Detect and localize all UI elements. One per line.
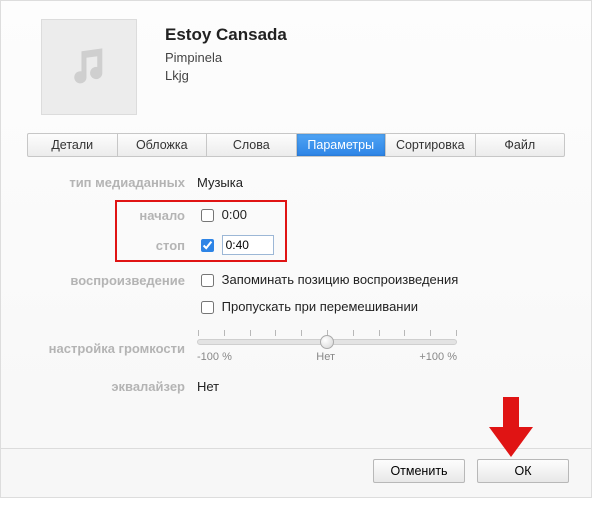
media-type-value[interactable]: Музыка — [197, 175, 565, 190]
equalizer-label: эквалайзер — [27, 379, 197, 394]
dialog-footer: Отменить ОК — [1, 448, 591, 497]
tab-file[interactable]: Файл — [476, 134, 565, 156]
volume-slider-knob[interactable] — [320, 335, 334, 349]
row-volume: настройка громкости — [27, 333, 565, 363]
options-panel: тип медиаданных Музыка начало 0:00 стоп — [1, 157, 591, 418]
cancel-button[interactable]: Отменить — [373, 459, 465, 483]
skip-shuffle-label: Пропускать при перемешивании — [222, 299, 418, 314]
volume-mid-label: Нет — [316, 351, 335, 363]
tab-sorting[interactable]: Сортировка — [386, 134, 476, 156]
stop-label: стоп — [27, 238, 197, 253]
volume-label: настройка громкости — [27, 341, 197, 356]
media-type-label: тип медиаданных — [27, 175, 197, 190]
song-options-dialog: Estoy Cansada Pimpinela Lkjg Детали Обло… — [0, 0, 592, 498]
remember-position-label: Запоминать позицию воспроизведения — [222, 272, 459, 287]
stop-time-input[interactable] — [222, 235, 274, 255]
tab-artwork[interactable]: Обложка — [118, 134, 208, 156]
playback-label: воспроизведение — [27, 273, 197, 288]
stop-checkbox[interactable] — [201, 239, 214, 252]
row-skip-shuffle: Пропускать при перемешивании — [27, 298, 565, 317]
dialog-header: Estoy Cansada Pimpinela Lkjg — [1, 1, 591, 127]
music-note-icon — [66, 43, 112, 92]
row-start-time: начало 0:00 — [27, 206, 565, 225]
start-time-text: 0:00 — [222, 207, 247, 222]
equalizer-value[interactable]: Нет — [197, 379, 565, 394]
volume-min-label: -100 % — [197, 351, 232, 363]
ok-button[interactable]: ОК — [477, 459, 569, 483]
row-equalizer: эквалайзер Нет — [27, 379, 565, 394]
row-stop-time: стоп — [27, 235, 565, 255]
start-checkbox[interactable] — [201, 209, 214, 222]
row-media-type: тип медиаданных Музыка — [27, 175, 565, 190]
remember-position-checkbox[interactable] — [201, 274, 214, 287]
tab-details[interactable]: Детали — [28, 134, 118, 156]
start-label: начало — [27, 208, 197, 223]
artwork-placeholder — [41, 19, 137, 115]
titles: Estoy Cansada Pimpinela Lkjg — [165, 19, 287, 84]
song-artist: Pimpinela — [165, 49, 287, 67]
tab-options[interactable]: Параметры — [297, 134, 387, 156]
volume-slider[interactable]: -100 % Нет +100 % — [197, 333, 457, 363]
skip-shuffle-checkbox[interactable] — [201, 301, 214, 314]
tab-bar: Детали Обложка Слова Параметры Сортировк… — [27, 133, 565, 157]
volume-max-label: +100 % — [419, 351, 457, 363]
row-playback: воспроизведение Запоминать позицию воспр… — [27, 271, 565, 290]
song-title: Estoy Cansada — [165, 25, 287, 45]
song-album: Lkjg — [165, 67, 287, 85]
tab-lyrics[interactable]: Слова — [207, 134, 297, 156]
